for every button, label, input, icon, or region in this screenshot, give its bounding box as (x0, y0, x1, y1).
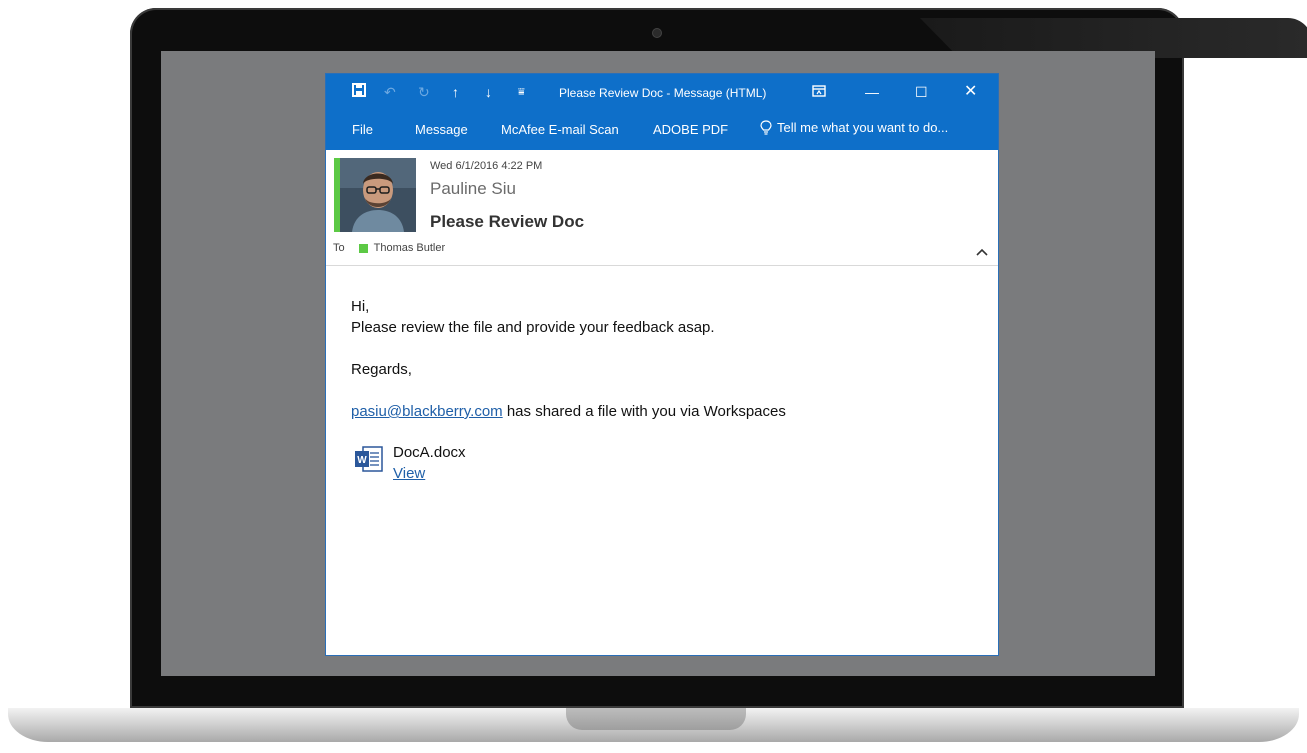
message-body: Hi, Please review the file and provide y… (351, 296, 786, 422)
arrow-up-icon[interactable]: ↑ (452, 82, 459, 102)
close-icon[interactable]: ✕ (964, 82, 977, 102)
undo-icon[interactable]: ↶ (384, 82, 396, 102)
share-text: has shared a file with you via Workspace… (502, 403, 786, 420)
recipient-presence-icon (358, 243, 368, 253)
greeting: Hi, (351, 298, 370, 315)
lightbulb-icon (760, 120, 772, 135)
to-row: To Thomas Butler (333, 242, 445, 254)
body-line: Please review the file and provide your … (351, 319, 715, 336)
title-bar: ↶ ↻ ↑ ↓ ⩸ Please Review Doc - Message (H… (326, 74, 998, 111)
view-link[interactable]: View (393, 465, 425, 482)
tell-me-label: Tell me what you want to do... (777, 120, 949, 135)
webcam (653, 29, 661, 37)
collapse-header-icon[interactable] (976, 243, 988, 259)
word-icon: W (355, 446, 383, 472)
message-header: Wed 6/1/2016 4:22 PM Pauline Siu Please … (326, 150, 998, 266)
sender-email-link[interactable]: pasiu@blackberry.com (351, 403, 503, 420)
laptop-notch (566, 708, 746, 730)
message-date: Wed 6/1/2016 4:22 PM (430, 160, 543, 172)
tab-mcafee-email-scan[interactable]: McAfee E-mail Scan (501, 122, 619, 137)
tab-message[interactable]: Message (415, 122, 468, 137)
minimize-icon[interactable]: — (865, 82, 879, 102)
ribbon-display-icon[interactable] (812, 82, 826, 102)
to-label: To (333, 242, 345, 254)
save-icon[interactable] (352, 82, 366, 102)
avatar[interactable] (340, 158, 416, 232)
arrow-down-icon[interactable]: ↓ (485, 82, 492, 102)
attachment: W DocA.docx View (354, 442, 466, 484)
customize-qat-icon[interactable]: ⩸ (518, 82, 525, 102)
message-subject: Please Review Doc (430, 212, 585, 231)
svg-text:W: W (357, 455, 367, 466)
tab-file[interactable]: File (352, 122, 373, 137)
window-title: Please Review Doc - Message (HTML) (559, 86, 767, 100)
maximize-icon[interactable]: ☐ (915, 82, 928, 102)
attachment-name: DocA.docx (393, 444, 466, 461)
redo-icon[interactable]: ↻ (418, 82, 430, 102)
attachment-info: DocA.docx View (393, 442, 466, 484)
tab-adobe-pdf[interactable]: ADOBE PDF (653, 122, 728, 137)
regards: Regards, (351, 361, 412, 378)
outlook-message-window: ↶ ↻ ↑ ↓ ⩸ Please Review Doc - Message (H… (326, 74, 998, 655)
share-line: pasiu@blackberry.com has shared a file w… (351, 401, 786, 422)
ribbon-tabs: File Message McAfee E-mail Scan ADOBE PD… (326, 111, 998, 150)
recipient-name[interactable]: Thomas Butler (374, 242, 446, 254)
tell-me-box[interactable]: Tell me what you want to do... (760, 120, 948, 135)
sender-name[interactable]: Pauline Siu (430, 179, 516, 199)
